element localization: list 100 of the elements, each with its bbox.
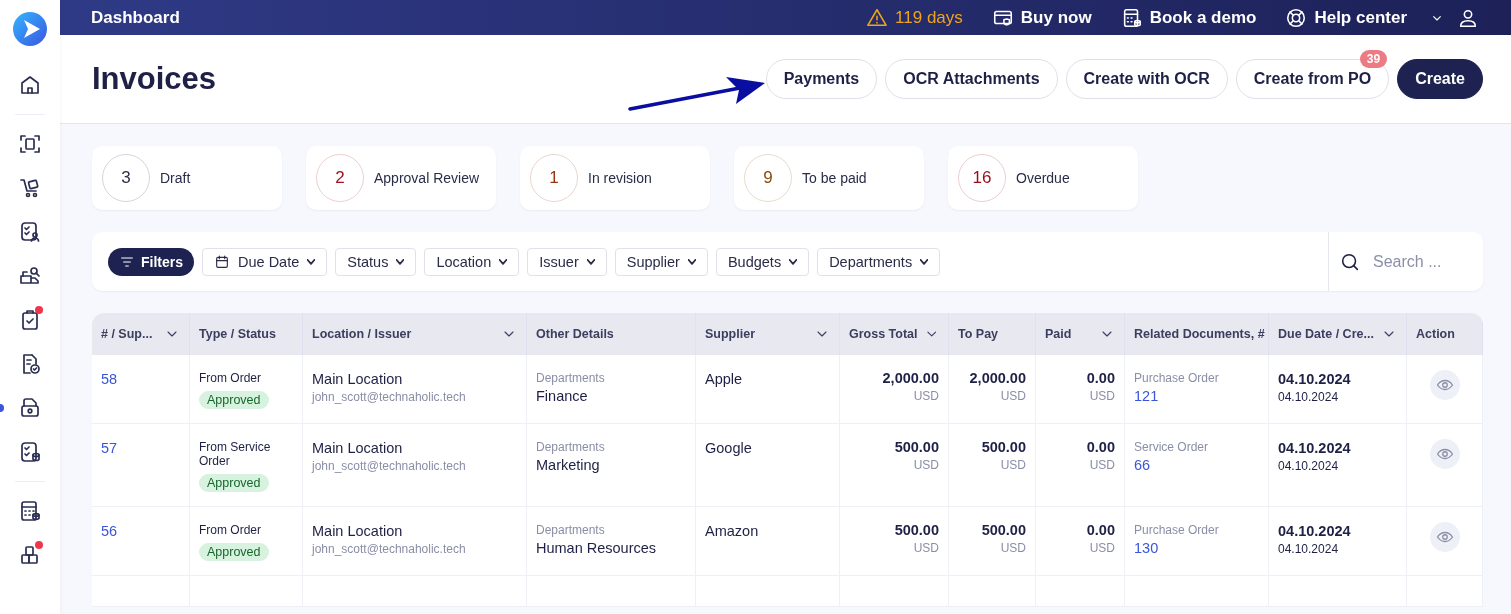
currency: USD — [913, 389, 939, 403]
currency: USD — [1089, 458, 1115, 472]
document-link[interactable]: 121 — [1134, 388, 1159, 404]
document-person-icon[interactable] — [18, 220, 42, 244]
wallet-icon[interactable] — [18, 396, 42, 420]
status-label: Overdue — [1016, 170, 1070, 186]
header-button[interactable]: Payments — [765, 59, 878, 99]
amount: 0.00 — [1086, 522, 1115, 538]
issuer-email: john_scott@technaholic.tech — [312, 459, 466, 473]
page-title: Dashboard — [91, 7, 181, 28]
currency: USD — [1089, 541, 1115, 555]
filter-dropdown[interactable]: Departments — [817, 247, 941, 276]
detail-label: Departments — [536, 371, 605, 385]
status-card[interactable]: 16 Overdue — [948, 146, 1138, 210]
caret-icon — [687, 258, 696, 265]
filter-dropdown[interactable]: Supplier — [614, 247, 708, 276]
status-badge: Approved — [199, 474, 269, 492]
warning-icon — [866, 6, 889, 29]
document-link[interactable]: 130 — [1134, 540, 1159, 556]
status-badge: Approved — [199, 543, 269, 561]
caret-icon — [920, 258, 929, 265]
invoice-number-link[interactable]: 56 — [101, 523, 118, 539]
amount: 500.00 — [894, 522, 939, 538]
detail-label: Departments — [536, 523, 605, 537]
created-date: 04.10.2024 — [1278, 542, 1339, 556]
amount: 500.00 — [981, 439, 1026, 455]
invoice-type: From Order — [199, 523, 261, 537]
column-header[interactable]: Other Details — [527, 313, 696, 355]
document-type: Service Order — [1134, 440, 1209, 454]
column-header[interactable]: Action — [1407, 313, 1483, 355]
header-button[interactable]: OCR Attachments — [885, 59, 1058, 99]
invoice-type: From Service Order — [199, 440, 272, 468]
amount: 2,000.00 — [969, 370, 1026, 386]
status-label: Draft — [160, 170, 191, 186]
location-name: Main Location — [312, 523, 403, 539]
due-date: 04.10.2024 — [1278, 523, 1351, 539]
caret-icon — [307, 258, 316, 265]
home-icon[interactable] — [18, 73, 42, 97]
logo-icon[interactable] — [13, 12, 47, 46]
currency: USD — [913, 458, 939, 472]
amount: 500.00 — [981, 522, 1026, 538]
invoice-number-link[interactable]: 57 — [101, 440, 118, 456]
header-button[interactable]: Create — [1397, 59, 1483, 99]
view-button[interactable] — [1429, 370, 1460, 400]
invoice-type: From Order — [199, 371, 261, 385]
calculator-icon[interactable] — [18, 499, 42, 523]
amount: 0.00 — [1086, 370, 1115, 386]
currency: USD — [1089, 389, 1115, 403]
filter-dropdown[interactable]: Due Date — [202, 247, 328, 276]
status-card[interactable]: 1 In revision — [520, 146, 710, 210]
filter-dropdown[interactable]: Location — [424, 247, 520, 276]
filter-dropdown[interactable]: Budgets — [715, 247, 810, 276]
created-date: 04.10.2024 — [1278, 390, 1339, 404]
column-header[interactable]: Due Date / Cre... — [1269, 313, 1407, 355]
scan-icon[interactable] — [18, 132, 42, 156]
column-header[interactable]: Type / Status — [190, 313, 303, 355]
column-header[interactable]: To Pay — [949, 313, 1036, 355]
filters-button[interactable]: Filters — [108, 247, 194, 276]
detail-label: Departments — [536, 440, 605, 454]
column-header[interactable]: Location / Issuer — [303, 313, 527, 355]
view-button[interactable] — [1429, 439, 1460, 469]
lifebuoy-icon — [1285, 6, 1308, 29]
amount: 2,000.00 — [882, 370, 939, 386]
status-card[interactable]: 3 Draft — [92, 146, 282, 210]
document-link[interactable]: 66 — [1134, 457, 1151, 473]
status-label: Approval Review — [374, 170, 480, 186]
due-date: 04.10.2024 — [1278, 371, 1351, 387]
filter-dropdown[interactable]: Issuer — [527, 247, 607, 276]
caret-icon — [789, 258, 798, 265]
status-card[interactable]: 9 To be paid — [734, 146, 924, 210]
document-type: Purchase Order — [1134, 523, 1219, 537]
column-header[interactable]: Related Documents, # — [1125, 313, 1269, 355]
status-label: In revision — [588, 170, 652, 186]
status-card[interactable]: 2 Approval Review — [306, 146, 496, 210]
currency: USD — [1000, 389, 1026, 403]
view-button[interactable] — [1429, 522, 1460, 552]
issuer-email: john_scott@technaholic.tech — [312, 390, 466, 404]
caret-icon — [396, 258, 405, 265]
column-header[interactable]: Paid — [1036, 313, 1125, 355]
trial-days: 119 days — [895, 7, 963, 28]
invoice-number-link[interactable]: 58 — [101, 371, 118, 387]
supplier-name: Apple — [705, 371, 743, 387]
due-date: 04.10.2024 — [1278, 440, 1351, 456]
top-link[interactable]: Help center — [1285, 6, 1407, 29]
column-header[interactable]: Supplier — [696, 313, 840, 355]
issuer-email: john_scott@technaholic.tech — [312, 542, 466, 556]
status-badge: Approved — [199, 391, 269, 409]
supplier-name: Amazon — [705, 523, 759, 539]
column-header[interactable]: # / Sup... — [92, 313, 190, 355]
filter-dropdown[interactable]: Status — [335, 247, 417, 276]
detail-value: Human Resources — [536, 540, 657, 556]
currency: USD — [1000, 458, 1026, 472]
search-field[interactable]: Search ... — [1373, 248, 1468, 275]
status-label: To be paid — [802, 170, 867, 186]
count-badge: 39 — [1359, 50, 1388, 68]
header-button[interactable]: Create with OCR — [1065, 59, 1228, 99]
top-link[interactable]: Buy now — [991, 6, 1092, 29]
caret-icon — [586, 258, 595, 265]
top-link[interactable]: Book a demo — [1120, 6, 1257, 29]
column-header[interactable]: Gross Total — [840, 313, 949, 355]
